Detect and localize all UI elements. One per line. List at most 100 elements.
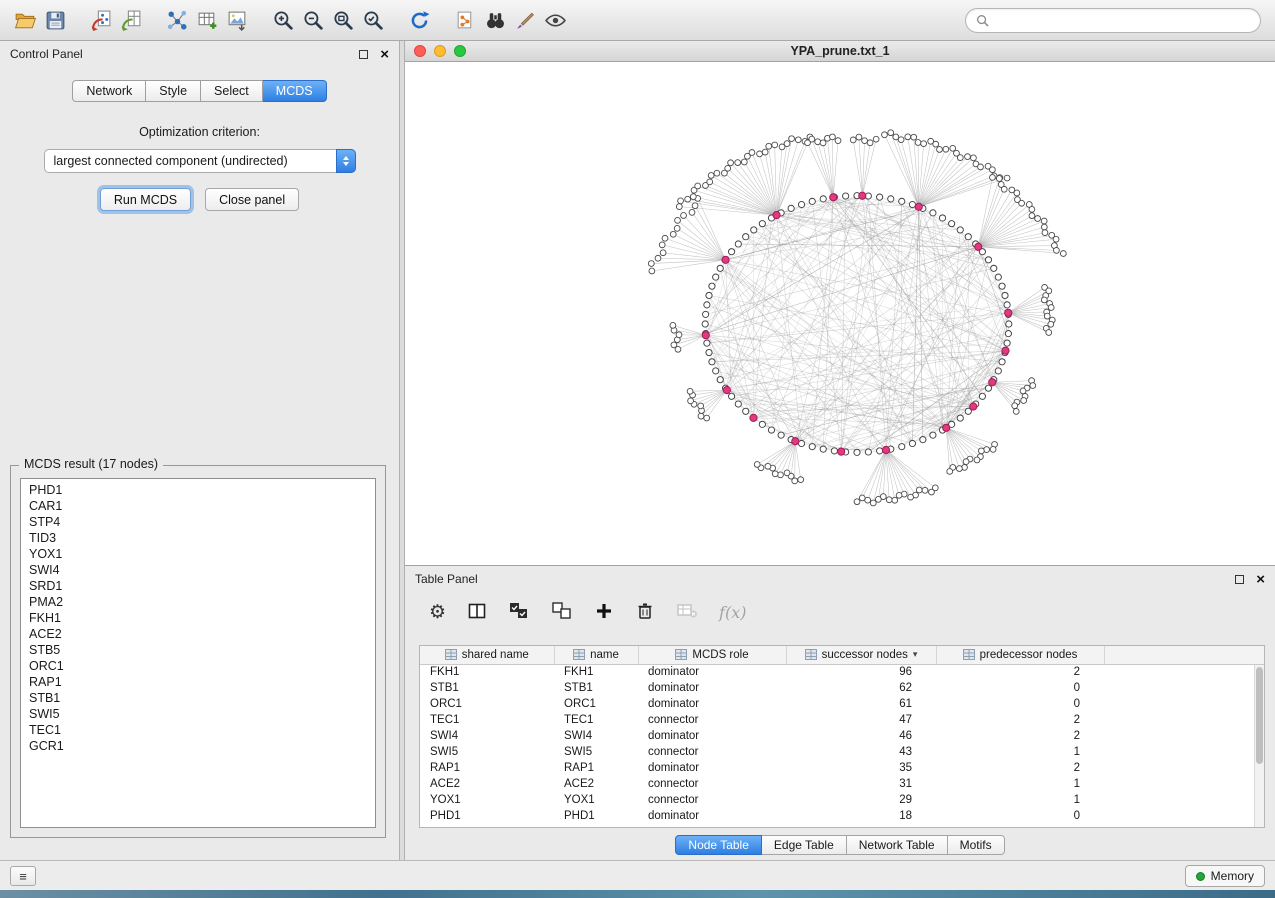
main-toolbar xyxy=(0,0,1275,41)
new-table-button[interactable] xyxy=(192,5,222,35)
import-table-button[interactable] xyxy=(116,5,146,35)
tab-motifs[interactable]: Motifs xyxy=(948,835,1005,855)
column-header-name[interactable]: name xyxy=(554,646,638,664)
export-image-button[interactable] xyxy=(222,5,252,35)
table-row[interactable]: SWI5SWI5connector431 xyxy=(420,744,1264,760)
open-folder-button[interactable] xyxy=(10,5,40,35)
mcds-result-item[interactable]: PHD1 xyxy=(21,482,375,498)
export-image-icon xyxy=(226,9,249,32)
mcds-result-item[interactable]: CAR1 xyxy=(21,498,375,514)
desktop-background xyxy=(0,890,1275,898)
save-icon xyxy=(44,9,67,32)
search-input[interactable] xyxy=(995,14,1250,28)
zoom-out-icon xyxy=(302,9,325,32)
show-hide-button[interactable] xyxy=(540,5,570,35)
search-box[interactable] xyxy=(965,8,1261,33)
save-session-button[interactable] xyxy=(40,5,70,35)
tab-node-table[interactable]: Node Table xyxy=(675,835,762,855)
network-canvas[interactable] xyxy=(405,62,1275,565)
delete-column-button[interactable] xyxy=(635,601,655,624)
mcds-result-list[interactable]: PHD1CAR1STP4TID3YOX1SWI4SRD1PMA2FKH1ACE2… xyxy=(20,478,376,828)
refresh-button[interactable] xyxy=(404,5,434,35)
memory-button[interactable]: Memory xyxy=(1185,865,1265,887)
optimization-select[interactable]: largest connected component (undirected) xyxy=(44,149,356,173)
close-panel-button[interactable]: Close panel xyxy=(205,188,299,211)
show-columns-button[interactable] xyxy=(467,601,487,624)
column-header-mcds-role[interactable]: MCDS role xyxy=(638,646,786,664)
table-settings-button[interactable]: ⚙ xyxy=(429,603,446,622)
mcds-result-item[interactable]: SRD1 xyxy=(21,578,375,594)
window-close-button[interactable] xyxy=(414,45,426,57)
tab-mcds[interactable]: MCDS xyxy=(263,80,327,102)
mcds-result-item[interactable]: PMA2 xyxy=(21,594,375,610)
zoom-in-button[interactable] xyxy=(268,5,298,35)
network-title: YPA_prune.txt_1 xyxy=(405,44,1275,58)
apply-style-button[interactable] xyxy=(510,5,540,35)
zoom-in-icon xyxy=(272,9,295,32)
column-header-shared-name[interactable]: shared name xyxy=(420,646,554,664)
network-button[interactable] xyxy=(162,5,192,35)
table-row[interactable]: YOX1YOX1connector291 xyxy=(420,792,1264,808)
run-mcds-button[interactable]: Run MCDS xyxy=(100,188,191,211)
table-row[interactable]: SWI4SWI4dominator462 xyxy=(420,728,1264,744)
add-column-button[interactable] xyxy=(594,601,614,624)
network-icon xyxy=(166,9,189,32)
window-zoom-button[interactable] xyxy=(454,45,466,57)
tab-network[interactable]: Network xyxy=(72,80,146,102)
mcds-result-item[interactable]: SWI5 xyxy=(21,706,375,722)
table-panel: Table Panel × ⚙ f(x) shared namenameMCDS… xyxy=(405,565,1275,860)
zoom-fit-button[interactable] xyxy=(328,5,358,35)
zoom-out-button[interactable] xyxy=(298,5,328,35)
tab-style[interactable]: Style xyxy=(146,80,201,102)
table-toolbar: ⚙ f(x) xyxy=(405,592,1275,632)
tab-select[interactable]: Select xyxy=(201,80,263,102)
mcds-result-item[interactable]: YOX1 xyxy=(21,546,375,562)
network-titlebar[interactable]: YPA_prune.txt_1 xyxy=(405,41,1275,62)
tab-network-table[interactable]: Network Table xyxy=(847,835,948,855)
import-network-button[interactable] xyxy=(86,5,116,35)
select-all-icon xyxy=(508,601,530,621)
mcds-result-item[interactable]: ACE2 xyxy=(21,626,375,642)
mcds-result-item[interactable]: RAP1 xyxy=(21,674,375,690)
node-table-body: FKH1FKH1dominator962STB1STB1dominator620… xyxy=(420,664,1264,824)
mcds-result-item[interactable]: FKH1 xyxy=(21,610,375,626)
table-row[interactable]: ACE2ACE2connector311 xyxy=(420,776,1264,792)
mcds-buttons-row: Run MCDS Close panel xyxy=(0,188,399,211)
mcds-result-item[interactable]: STB5 xyxy=(21,642,375,658)
table-row[interactable]: PHD1PHD1dominator180 xyxy=(420,808,1264,824)
column-sort-icon xyxy=(573,649,585,660)
close-table-panel-icon[interactable]: × xyxy=(1256,572,1265,587)
mcds-result-item[interactable]: GCR1 xyxy=(21,738,375,754)
mcds-result-item[interactable]: ORC1 xyxy=(21,658,375,674)
column-header-successor-nodes[interactable]: successor nodes▾ xyxy=(786,646,936,664)
mcds-result-item[interactable]: TEC1 xyxy=(21,722,375,738)
control-panel-title: Control Panel xyxy=(10,47,83,61)
mcds-result-item[interactable]: SWI4 xyxy=(21,562,375,578)
mcds-result-item[interactable]: STB1 xyxy=(21,690,375,706)
copy-network-button[interactable] xyxy=(450,5,480,35)
column-sort-icon xyxy=(675,649,687,660)
float-table-panel-icon[interactable] xyxy=(1235,575,1244,584)
window-minimize-button[interactable] xyxy=(434,45,446,57)
float-panel-icon[interactable] xyxy=(359,50,368,59)
select-all-button[interactable] xyxy=(508,601,530,624)
table-row[interactable]: STB1STB1dominator620 xyxy=(420,680,1264,696)
status-list-button[interactable]: ≡ xyxy=(10,866,36,886)
search-network-button[interactable] xyxy=(480,5,510,35)
table-scrollbar[interactable] xyxy=(1254,665,1264,827)
table-row[interactable]: FKH1FKH1dominator962 xyxy=(420,664,1264,680)
delete-table-icon xyxy=(676,601,698,621)
table-row[interactable]: TEC1TEC1connector472 xyxy=(420,712,1264,728)
zoom-selected-button[interactable] xyxy=(358,5,388,35)
mcds-result-item[interactable]: TID3 xyxy=(21,530,375,546)
column-header-predecessor-nodes[interactable]: predecessor nodes xyxy=(936,646,1104,664)
close-panel-icon[interactable]: × xyxy=(380,47,389,62)
table-row[interactable]: ORC1ORC1dominator610 xyxy=(420,696,1264,712)
list-icon: ≡ xyxy=(19,869,27,884)
table-row[interactable]: RAP1RAP1dominator352 xyxy=(420,760,1264,776)
table-scrollbar-thumb[interactable] xyxy=(1256,667,1263,764)
tab-edge-table[interactable]: Edge Table xyxy=(762,835,847,855)
mcds-result-item[interactable]: STP4 xyxy=(21,514,375,530)
deselect-all-button[interactable] xyxy=(551,601,573,624)
dropdown-arrows-icon xyxy=(336,149,356,173)
